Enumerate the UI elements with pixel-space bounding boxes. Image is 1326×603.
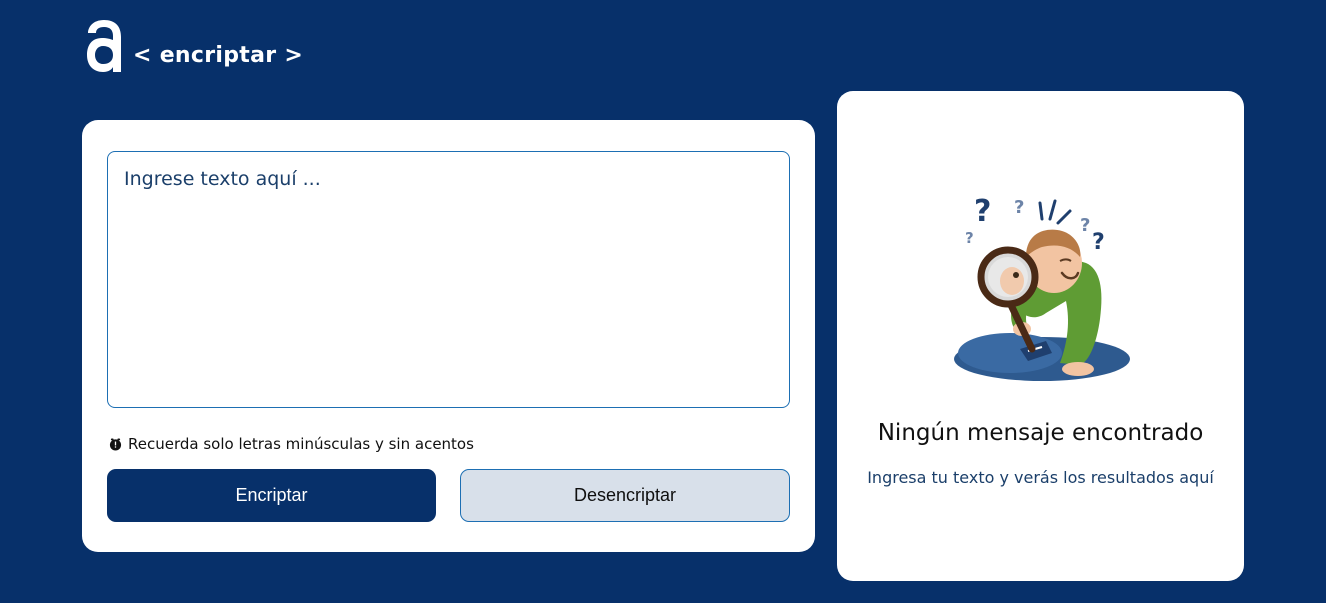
decrypt-button[interactable]: Desencriptar [460, 469, 790, 522]
empty-state-subtitle: Ingresa tu texto y verás los resultados … [867, 468, 1214, 487]
hint: Recuerda solo letras minúsculas y sin ac… [109, 435, 474, 453]
alura-logo-icon[interactable] [85, 16, 123, 74]
svg-text:?: ? [974, 194, 991, 229]
message-input[interactable] [107, 151, 790, 408]
app-title: < encriptar > [133, 42, 304, 68]
svg-text:?: ? [1014, 197, 1024, 218]
output-card: ? ? ? ? ? Ningún mensaje encontrado Ingr… [837, 91, 1244, 581]
svg-text:?: ? [965, 229, 974, 247]
app-page: < encriptar > Recuerda solo letras minús… [0, 0, 1326, 603]
empty-state-title: Ningún mensaje encontrado [877, 420, 1204, 446]
boy-with-magnifying-glass-illustration: ? ? ? ? ? [954, 194, 1130, 381]
header: < encriptar > [85, 16, 303, 74]
encrypt-button[interactable]: Encriptar [107, 469, 436, 522]
input-card: Recuerda solo letras minúsculas y sin ac… [82, 120, 815, 552]
svg-text:?: ? [1080, 215, 1090, 236]
alert-circle-icon [109, 437, 122, 451]
hint-text: Recuerda solo letras minúsculas y sin ac… [128, 435, 474, 453]
svg-text:?: ? [1092, 230, 1105, 255]
